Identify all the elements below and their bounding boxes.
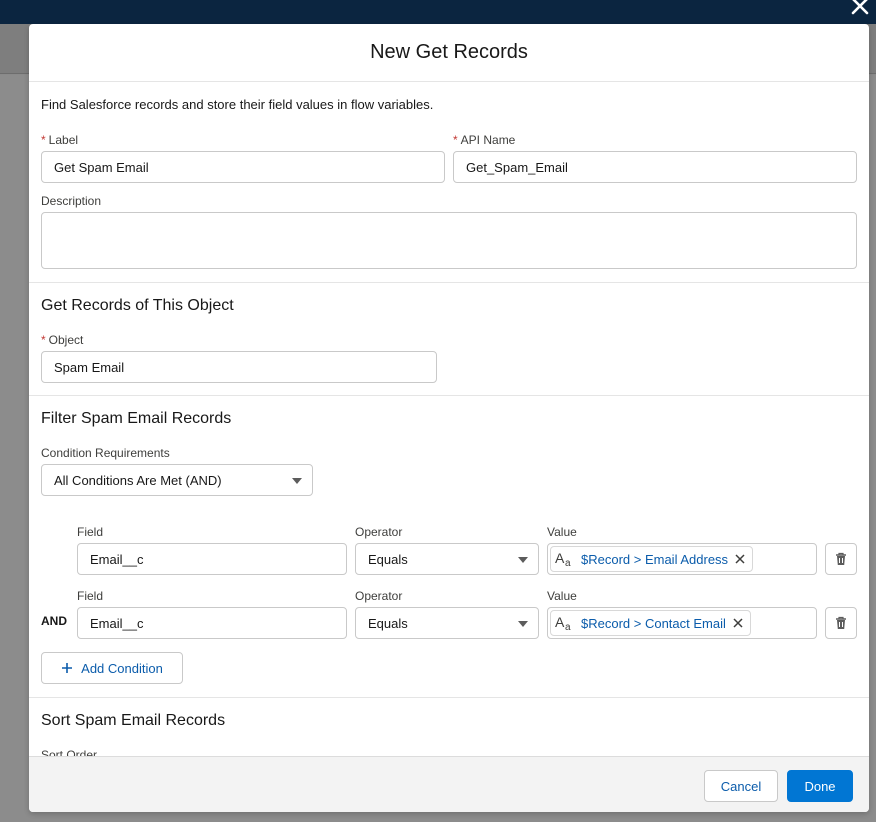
condition-operator-value: Equals [368,615,408,631]
sort-section: Sort Spam Email Records Sort Order [29,698,869,756]
label-field-label: * Label [41,133,78,147]
chevron-down-icon [518,621,528,627]
field-label: Field [77,589,104,603]
object-section: Get Records of This Object * Object Spam … [29,283,869,396]
condition-value-input[interactable]: A a $Record > Contact Email [547,607,817,639]
value-pill[interactable]: A a $Record > Email Address [550,546,754,572]
condition-field-input[interactable]: Email__c [77,543,347,575]
svg-text:a: a [565,622,571,632]
api-name-input-value: Get_Spam_Email [466,159,568,175]
svg-text:A: A [555,614,565,630]
condition-operator-select[interactable]: Equals [355,607,539,639]
object-label-text: Object [48,333,84,347]
condition-operator-value: Equals [368,551,408,567]
modal-title: New Get Records [370,41,528,63]
text-type-icon: A a [555,550,571,568]
svg-text:A: A [555,550,565,566]
description-textarea[interactable] [41,212,857,269]
api-name-input[interactable]: Get_Spam_Email [453,151,857,183]
chevron-down-icon [292,478,302,484]
operator-label: Operator [355,589,403,603]
value-pill[interactable]: A a $Record > Contact Email [550,610,751,636]
field-label: Field [77,525,104,539]
object-input[interactable]: Spam Email [41,351,437,383]
condition-field-input[interactable]: Email__c [77,607,347,639]
operator-label: Operator [355,525,403,539]
done-button[interactable]: Done [787,770,853,802]
value-label: Value [547,589,577,603]
cancel-button[interactable]: Cancel [704,770,778,802]
condition-operator-select[interactable]: Equals [355,543,539,575]
modal-footer: Cancel Done [29,756,869,812]
text-type-icon: A a [555,614,571,632]
filter-section: Filter Spam Email Records Condition Requ… [29,396,869,698]
filter-section-title: Filter Spam Email Records [41,410,232,427]
trash-icon [836,552,846,565]
label-input[interactable]: Get Spam Email [41,151,445,183]
condition-requirements-value: All Conditions Are Met (AND) [54,472,222,488]
value-label: Value [547,525,577,539]
value-pill-label: $Record > Contact Email [581,615,726,631]
intro-text: Find Salesforce records and store their … [41,97,434,112]
required-marker: * [453,133,458,147]
trash-icon [836,616,846,629]
modal-header: New Get Records [29,24,869,82]
close-icon[interactable] [848,0,872,18]
add-condition-button[interactable]: Add Condition [41,652,183,684]
modal-body: Find Salesforce records and store their … [29,82,869,756]
label-input-value: Get Spam Email [54,159,149,175]
object-input-value: Spam Email [54,359,125,375]
add-condition-label: Add Condition [81,660,163,676]
required-marker: * [41,133,46,147]
new-get-records-modal: New Get Records Find Salesforce records … [29,24,869,812]
app-header-bar [0,0,876,24]
condition-requirements-label: Condition Requirements [41,446,170,460]
object-section-title: Get Records of This Object [41,297,234,314]
plus-icon [62,663,73,673]
api-name-label-text: API Name [460,133,516,147]
condition-field-value: Email__c [90,551,144,567]
condition-value-input[interactable]: A a $Record > Email Address [547,543,817,575]
close-icon[interactable] [734,553,746,565]
delete-condition-button[interactable] [825,607,857,639]
object-field-label: * Object [41,333,83,347]
api-name-field-label: * API Name [453,133,515,147]
chevron-down-icon [518,557,528,563]
details-section: Find Salesforce records and store their … [29,82,869,283]
svg-text:a: a [565,558,571,568]
sort-section-title: Sort Spam Email Records [41,712,226,729]
delete-condition-button[interactable] [825,543,857,575]
close-icon[interactable] [732,617,744,629]
description-field-label: Description [41,194,102,208]
and-prefix: AND [41,614,67,628]
condition-field-value: Email__c [90,615,144,631]
sort-order-label: Sort Order [41,748,98,756]
condition-requirements-select[interactable]: All Conditions Are Met (AND) [41,464,313,496]
label-label-text: Label [48,133,79,147]
value-pill-label: $Record > Email Address [581,551,729,567]
required-marker: * [41,333,46,347]
